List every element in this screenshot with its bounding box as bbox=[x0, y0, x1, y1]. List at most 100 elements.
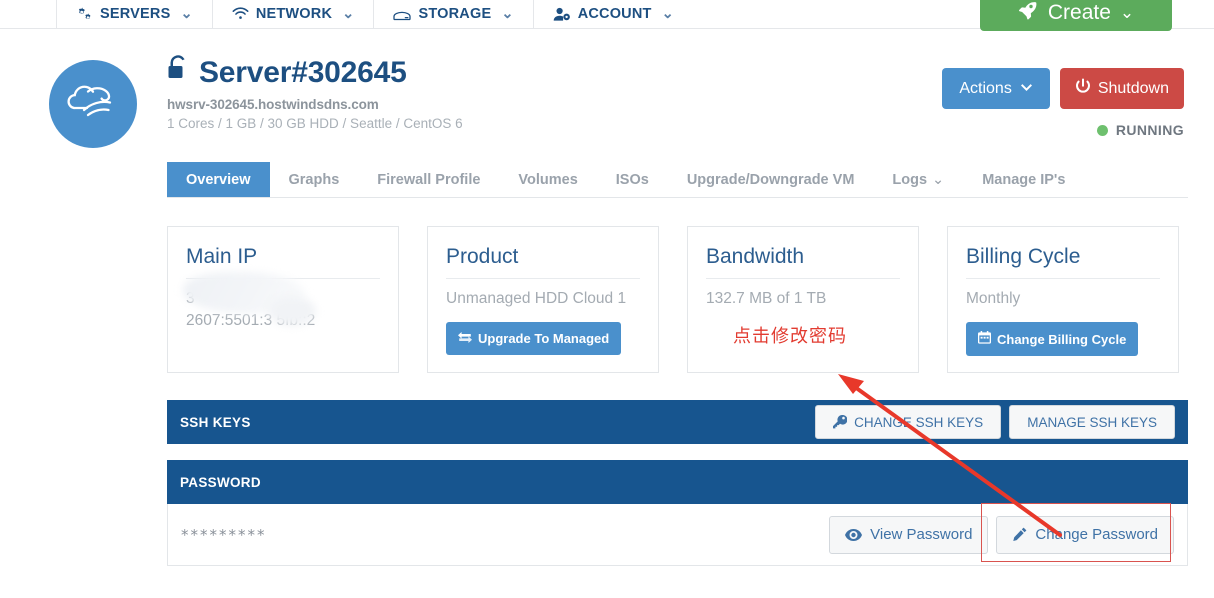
password-panel-header: PASSWORD bbox=[167, 460, 1188, 504]
card-main-ip-ipv6: 2607:5501:3 5fb::2 bbox=[186, 310, 380, 332]
status-dot-icon bbox=[1097, 125, 1108, 136]
tab-isos[interactable]: ISOs bbox=[597, 162, 668, 197]
tab-manage-ips[interactable]: Manage IP's bbox=[963, 162, 1084, 197]
tab-overview[interactable]: Overview bbox=[167, 162, 270, 197]
cogs-icon bbox=[76, 7, 93, 22]
card-billing-cycle-value: Monthly bbox=[966, 288, 1160, 310]
card-billing-cycle-title: Billing Cycle bbox=[966, 245, 1160, 278]
ssh-keys-panel-header: SSH KEYS CHANGE SSH KEYS MANAGE SSH KEYS bbox=[167, 400, 1188, 444]
ssh-keys-panel-buttons: CHANGE SSH KEYS MANAGE SSH KEYS bbox=[815, 405, 1175, 439]
tab-firewall-profile[interactable]: Firewall Profile bbox=[358, 162, 499, 197]
actions-button-label: Actions bbox=[959, 80, 1011, 98]
card-divider bbox=[706, 278, 900, 279]
ssh-keys-panel-title: SSH KEYS bbox=[180, 415, 251, 430]
card-divider bbox=[186, 278, 380, 279]
nav-left-spacer bbox=[0, 0, 56, 29]
tab-logs[interactable]: Logs ⌄ bbox=[873, 162, 963, 197]
tab-manage-ips-label: Manage IP's bbox=[982, 172, 1065, 188]
nav-label-account: ACCOUNT bbox=[578, 6, 652, 22]
password-panel-body: ********* View Password bbox=[167, 504, 1188, 566]
card-billing-cycle: Billing Cycle Monthly Change Billing Cyc… bbox=[947, 226, 1179, 373]
server-avatar bbox=[49, 60, 137, 148]
rocket-icon bbox=[1018, 0, 1039, 27]
change-password-label: Change Password bbox=[1035, 526, 1158, 543]
server-hostname: hwsrv-302645.hostwindsdns.com bbox=[167, 97, 463, 112]
tab-graphs[interactable]: Graphs bbox=[270, 162, 359, 197]
card-product-title: Product bbox=[446, 245, 640, 278]
tab-logs-label: Logs bbox=[892, 172, 927, 188]
annotation-text: 点击修改密码 bbox=[733, 322, 847, 348]
card-main-ip-title: Main IP bbox=[186, 245, 380, 278]
password-panel: PASSWORD ********* View Password bbox=[167, 460, 1188, 566]
card-product: Product Unmanaged HDD Cloud 1 Upgrade To… bbox=[427, 226, 659, 373]
chevron-down-icon: ⌄ bbox=[932, 172, 944, 188]
header-action-buttons: Actions Shutdown bbox=[942, 68, 1184, 109]
shutdown-button[interactable]: Shutdown bbox=[1060, 68, 1184, 109]
change-ssh-keys-button[interactable]: CHANGE SSH KEYS bbox=[815, 405, 1001, 439]
tab-upgrade-downgrade-vm-label: Upgrade/Downgrade VM bbox=[687, 172, 855, 188]
card-divider bbox=[966, 278, 1160, 279]
info-card-row: Main IP 3 2607:5501:3 5fb::2 Product Unm… bbox=[167, 226, 1188, 373]
nav-item-account[interactable]: ACCOUNT ⌄ bbox=[533, 0, 693, 29]
user-gear-icon bbox=[553, 7, 571, 22]
tab-volumes-label: Volumes bbox=[518, 172, 577, 188]
server-specs: 1 Cores / 1 GB / 30 GB HDD / Seattle / C… bbox=[167, 116, 463, 131]
tab-isos-label: ISOs bbox=[616, 172, 649, 188]
card-bandwidth: Bandwidth 132.7 MB of 1 TB bbox=[687, 226, 919, 373]
chevron-down-icon: ⌄ bbox=[1120, 3, 1134, 23]
cloud-wind-logo-icon bbox=[64, 77, 122, 132]
actions-button[interactable]: Actions bbox=[942, 68, 1049, 109]
shutdown-button-label: Shutdown bbox=[1098, 80, 1169, 98]
pencil-icon bbox=[1012, 527, 1027, 542]
change-password-button[interactable]: Change Password bbox=[996, 516, 1174, 554]
change-billing-cycle-label: Change Billing Cycle bbox=[997, 332, 1126, 347]
change-billing-cycle-button[interactable]: Change Billing Cycle bbox=[966, 322, 1138, 356]
tab-volumes[interactable]: Volumes bbox=[499, 162, 596, 197]
card-product-value: Unmanaged HDD Cloud 1 bbox=[446, 288, 640, 310]
nav-label-servers: SERVERS bbox=[100, 6, 170, 22]
page-title: Server#302645 bbox=[167, 55, 463, 90]
key-icon bbox=[833, 415, 847, 429]
password-panel-title: PASSWORD bbox=[180, 475, 261, 490]
server-tab-bar: Overview Graphs Firewall Profile Volumes… bbox=[167, 162, 1188, 198]
card-bandwidth-value: 132.7 MB of 1 TB bbox=[706, 288, 900, 310]
password-panel-buttons: View Password Change Password bbox=[829, 516, 1174, 554]
create-button[interactable]: Create ⌄ bbox=[980, 0, 1172, 31]
nav-item-network[interactable]: NETWORK ⌄ bbox=[212, 0, 374, 29]
manage-ssh-keys-button[interactable]: MANAGE SSH KEYS bbox=[1009, 405, 1175, 439]
upgrade-to-managed-label: Upgrade To Managed bbox=[478, 331, 609, 346]
tab-firewall-profile-label: Firewall Profile bbox=[377, 172, 480, 188]
password-masked-value: ********* bbox=[181, 526, 267, 544]
status-label: RUNNING bbox=[1116, 122, 1184, 138]
page-title-text: Server#302645 bbox=[199, 56, 407, 90]
nav-label-storage: STORAGE bbox=[418, 6, 491, 22]
hard-drive-icon bbox=[393, 8, 411, 21]
server-overview-page: SERVERS ⌄ NETWORK ⌄ STORAGE ⌄ bbox=[0, 0, 1214, 598]
eye-icon bbox=[845, 529, 862, 541]
card-main-ip: Main IP 3 2607:5501:3 5fb::2 bbox=[167, 226, 399, 373]
ssh-keys-panel: SSH KEYS CHANGE SSH KEYS MANAGE SSH KEYS bbox=[167, 400, 1188, 444]
create-button-label: Create bbox=[1048, 1, 1111, 25]
card-bandwidth-title: Bandwidth bbox=[706, 245, 900, 278]
unlock-icon bbox=[167, 55, 189, 90]
tab-upgrade-downgrade-vm[interactable]: Upgrade/Downgrade VM bbox=[668, 162, 874, 197]
chevron-down-icon: ⌄ bbox=[662, 6, 674, 22]
create-button-wrapper: Create ⌄ bbox=[980, 0, 1172, 31]
chevron-down-icon: ⌄ bbox=[501, 6, 513, 22]
view-password-button[interactable]: View Password bbox=[829, 516, 988, 554]
card-main-ip-ipv4: 3 bbox=[186, 288, 380, 310]
nav-item-servers[interactable]: SERVERS ⌄ bbox=[56, 0, 212, 29]
chevron-down-icon bbox=[1020, 80, 1033, 98]
calendar-icon bbox=[978, 331, 991, 347]
upgrade-to-managed-button[interactable]: Upgrade To Managed bbox=[446, 322, 621, 355]
manage-ssh-keys-label: MANAGE SSH KEYS bbox=[1027, 415, 1157, 430]
top-navigation-bar: SERVERS ⌄ NETWORK ⌄ STORAGE ⌄ bbox=[0, 0, 1214, 29]
nav-label-network: NETWORK bbox=[256, 6, 332, 22]
nav-item-storage[interactable]: STORAGE ⌄ bbox=[373, 0, 532, 29]
view-password-label: View Password bbox=[870, 526, 972, 543]
status-badge: RUNNING bbox=[1097, 122, 1184, 138]
exchange-icon bbox=[458, 331, 472, 346]
chevron-down-icon: ⌄ bbox=[180, 6, 192, 22]
server-title-block: Server#302645 hwsrv-302645.hostwindsdns.… bbox=[167, 55, 463, 131]
change-ssh-keys-label: CHANGE SSH KEYS bbox=[854, 415, 983, 430]
